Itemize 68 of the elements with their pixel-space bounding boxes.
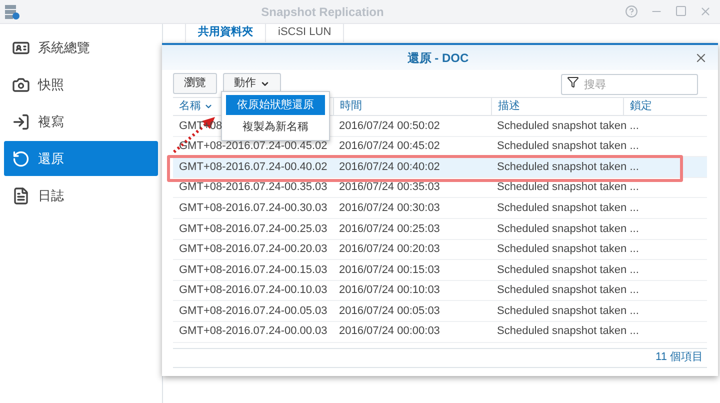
table-cell: Scheduled snapshot taken ...	[497, 222, 639, 235]
table-cell: Scheduled snapshot taken ...	[497, 181, 639, 194]
table-row[interactable]: GMT+08-2016.07.24-00.35.03 2016/07/24 00:35:03 Scheduled snapshot taken ...	[173, 178, 707, 198]
table-row[interactable]: GMT+08-2016.07.24-00.20.03 2016/07/24 00:20:03 Scheduled snapshot taken ...	[173, 240, 707, 260]
table-row[interactable]: GMT+08-2016.07.24-00.05.03 2016/07/24 00:05:03 Scheduled snapshot taken ...	[173, 301, 707, 322]
table-cell: GMT+08-2016.07.24-00.20.03	[179, 243, 328, 256]
table-cell: Scheduled snapshot taken ...	[497, 160, 639, 173]
table-cell: GMT+08-2016.07.24-00.00.03	[179, 325, 328, 338]
camera-icon	[12, 76, 30, 94]
table-cell: GMT+08-2016.07.24-00.05.03	[179, 304, 328, 317]
table-cell: 2016/07/24 00:25:03	[339, 222, 440, 235]
table-cell: 2016/07/24 00:50:02	[339, 120, 440, 132]
column-header[interactable]: 時間	[340, 98, 362, 115]
help-icon[interactable]	[625, 5, 638, 18]
table-cell: Scheduled snapshot taken ...	[497, 140, 639, 152]
table-cell: Scheduled snapshot taken ...	[497, 202, 639, 214]
table-cell: Scheduled snapshot taken ...	[497, 284, 639, 296]
menu-item[interactable]: 依原始狀態還原	[226, 95, 325, 115]
window-title: Snapshot Replication	[260, 4, 385, 20]
arrow-into-box-icon	[12, 112, 30, 130]
table-row[interactable]: GMT+08-2016.07.24-00.25.03 2016/07/24 00:25:03 Scheduled snapshot taken ...	[173, 218, 707, 240]
sidebar-item[interactable]: 還原	[4, 141, 158, 176]
table-cell: GMT+08-2016.07.24-00.15.03	[179, 264, 328, 276]
table-cell: 2016/07/24 00:35:03	[339, 181, 440, 194]
table-cell: 2016/07/24 00:20:03	[339, 243, 440, 256]
table-cell: Scheduled snapshot taken ...	[497, 120, 639, 132]
table-row[interactable]: GMT+08-2016.07.24-00.10.03 2016/07/24 00:10:03 Scheduled snapshot taken ...	[173, 280, 707, 302]
dialog-title: 還原 - DOC	[406, 50, 470, 66]
table-cell: 2016/07/24 00:00:03	[339, 325, 440, 338]
table-row[interactable]: GMT+08-2016.07.24-00.30.03 2016/07/24 00:30:03 Scheduled snapshot taken ...	[173, 198, 707, 219]
table-cell: Scheduled snapshot taken ...	[497, 304, 639, 317]
maximize-icon[interactable]	[675, 5, 687, 17]
table-cell: Scheduled snapshot taken ...	[497, 264, 639, 276]
column-header[interactable]: 名稱	[179, 98, 213, 115]
sort-icon	[204, 102, 213, 111]
tab[interactable]: iSCSI LUN	[266, 24, 344, 42]
circular-arrow-icon	[12, 150, 30, 168]
table-cell: 2016/07/24 00:40:02	[339, 160, 440, 173]
search-field[interactable]: 搜尋	[561, 74, 698, 95]
table-cell: Scheduled snapshot taken ...	[497, 325, 639, 338]
table-cell: GMT+08-2016.07.24-00.35.03	[179, 181, 328, 194]
table-row[interactable]: GMT+08-2016.07.24-00.40.02 2016/07/24 00:40:02 Scheduled snapshot taken ...	[173, 157, 707, 178]
table-row[interactable]: GMT+08-2016.07.24-00.00.03 2016/07/24 00:00:03 Scheduled snapshot taken ...	[173, 322, 707, 343]
filter-icon	[567, 76, 579, 88]
table-cell: 2016/07/24 00:15:03	[339, 264, 440, 276]
table-cell: GMT+08-2016.07.24-00.45.02	[179, 140, 328, 152]
browse-button[interactable]: 瀏覽	[173, 73, 217, 94]
app-logo-icon	[4, 4, 20, 20]
menu-item[interactable]: 複製為新名稱	[226, 117, 325, 137]
table-row[interactable]: GMT+08-2016.07.24-00.15.03 2016/07/24 00:15:03 Scheduled snapshot taken ...	[173, 260, 707, 281]
sidebar-item[interactable]: 快照	[4, 67, 158, 102]
table-cell: 2016/07/24 00:45:02	[339, 140, 440, 152]
document-list-icon	[12, 186, 30, 204]
column-header[interactable]: 鎖定	[630, 98, 652, 115]
tab[interactable]: 共用資料夾	[186, 24, 266, 42]
sidebar-item[interactable]: 日誌	[4, 178, 158, 213]
sidebar-item[interactable]: 系統總覽	[4, 30, 158, 65]
table-cell: 2016/07/24 00:30:03	[339, 202, 440, 214]
sidebar-item[interactable]: 複寫	[4, 104, 158, 139]
column-header[interactable]: 描述	[498, 98, 520, 115]
table-cell: GMT+08-2016.07.24-00.30.03	[179, 202, 328, 214]
table-cell: Scheduled snapshot taken ...	[497, 243, 639, 256]
table-cell: GMT+08-2016.07.24-00.10.03	[179, 284, 328, 296]
item-count: 11 個項目	[656, 350, 703, 366]
table-cell: 2016/07/24 00:10:03	[339, 284, 440, 296]
table-cell: GMT+08-2016.07.24-00.40.02	[179, 160, 328, 173]
table-cell: GMT+08-2016.07.24-00.25.03	[179, 222, 328, 235]
table-cell: 2016/07/24 00:05:03	[339, 304, 440, 317]
